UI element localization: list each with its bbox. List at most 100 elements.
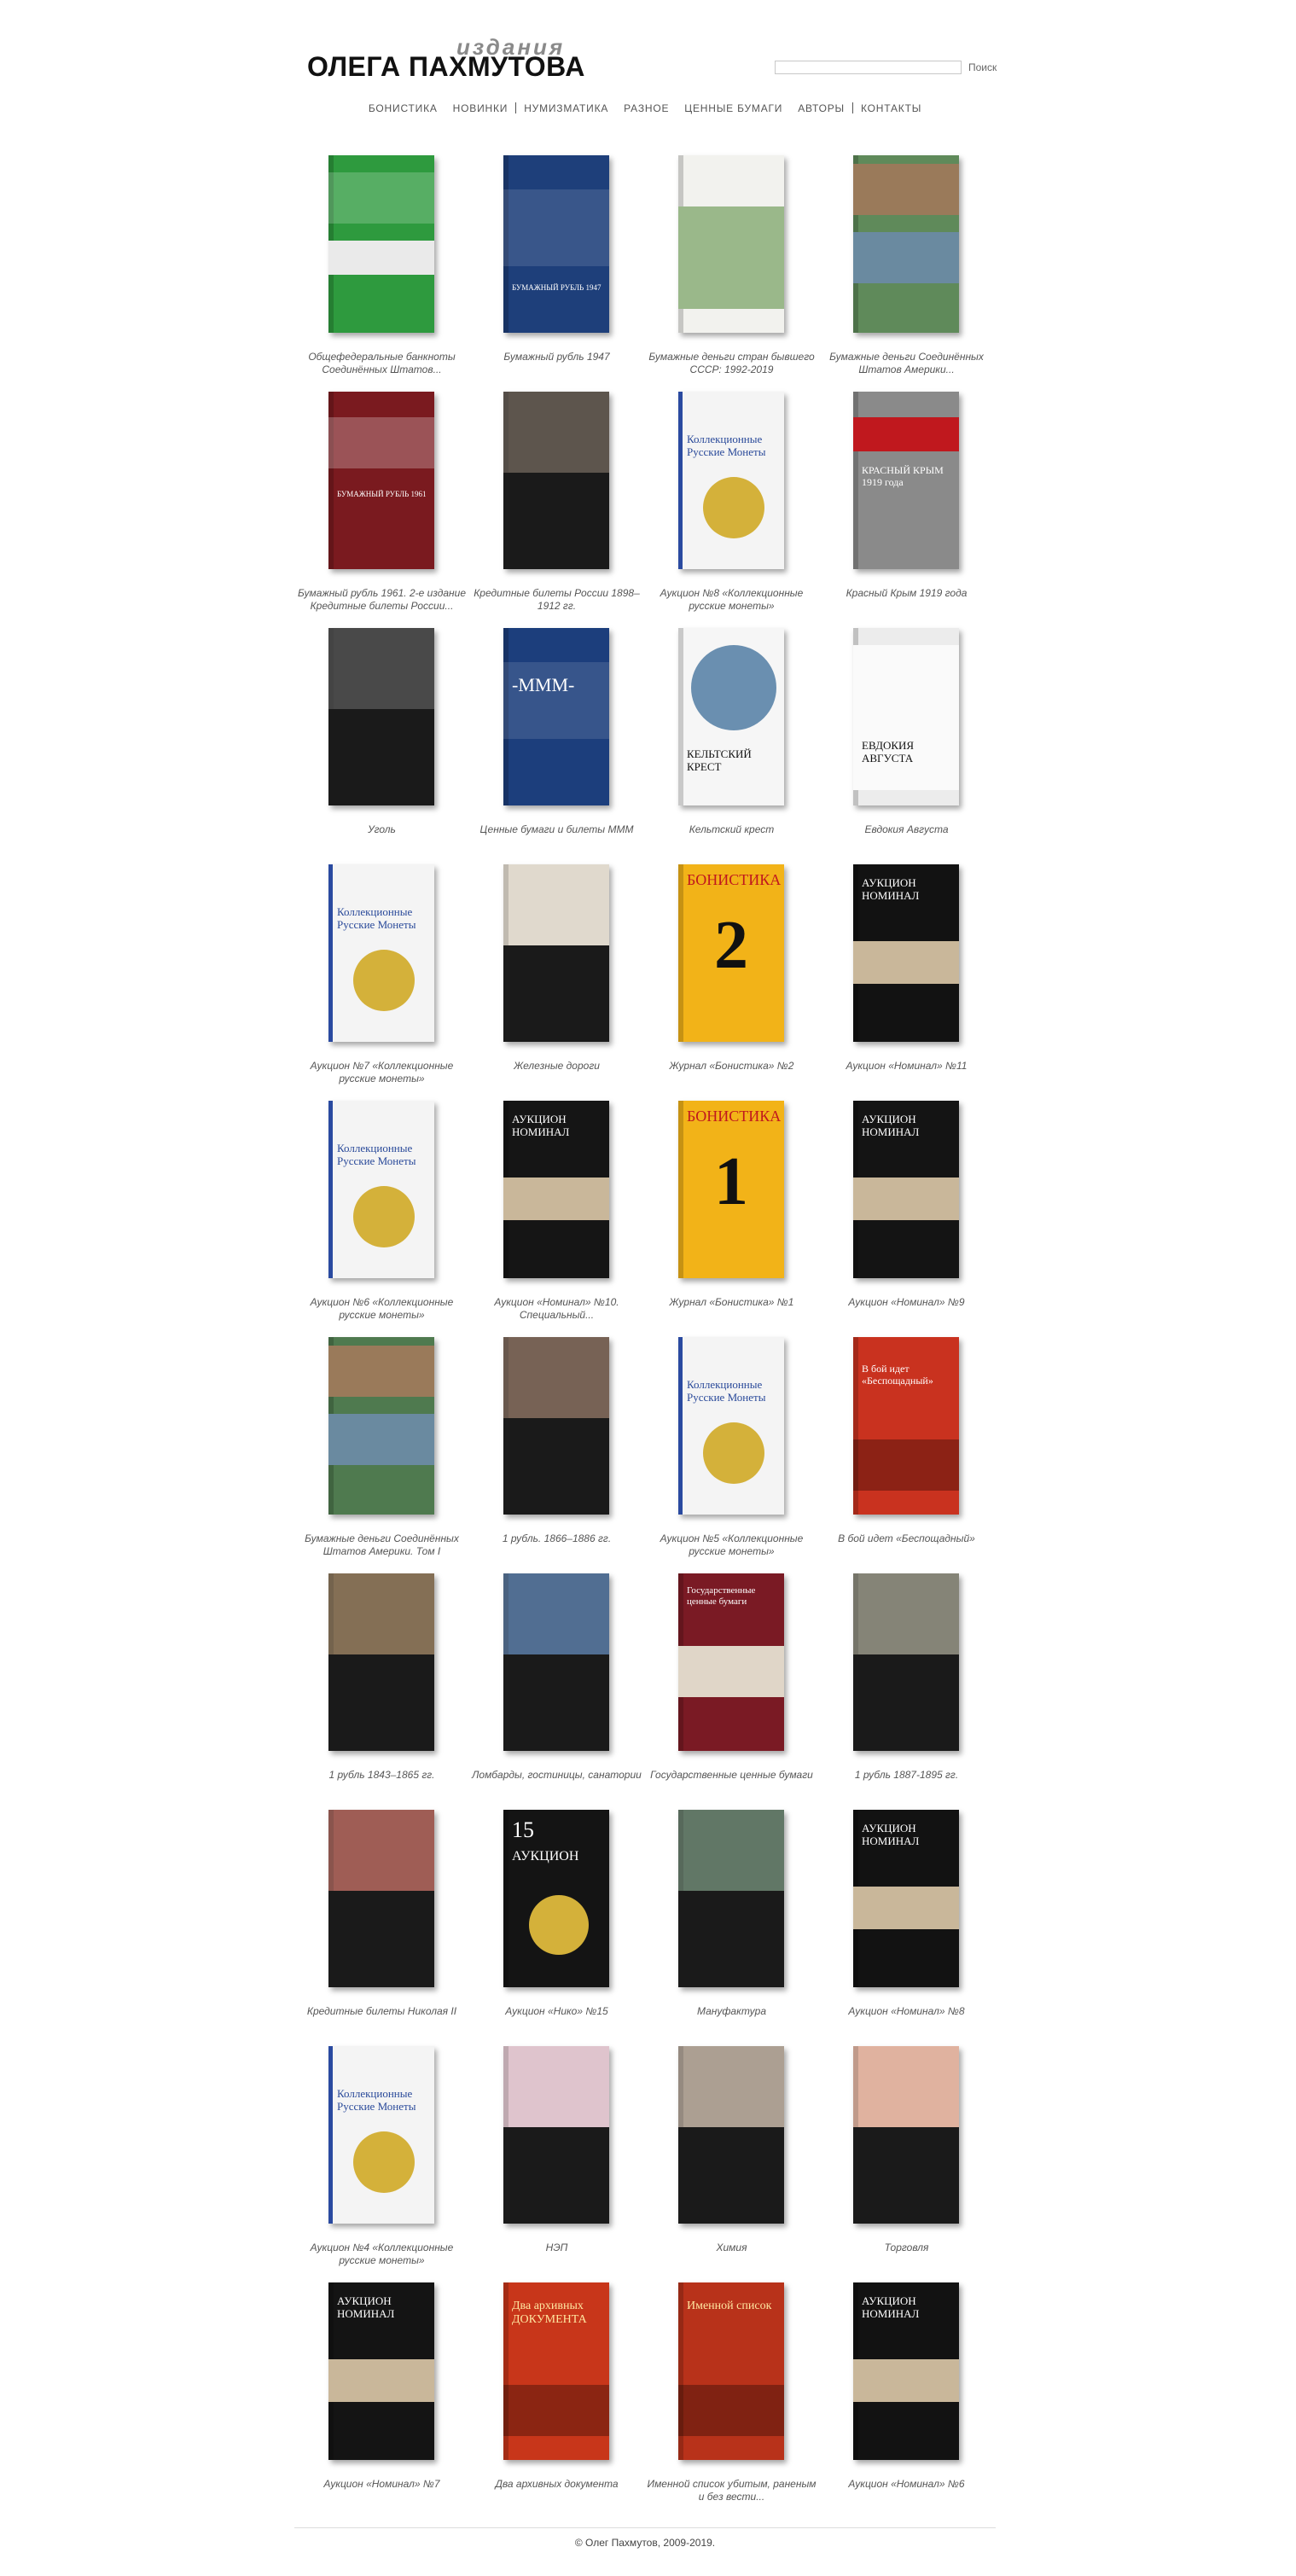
book-cover-image[interactable]: Два архивных ДОКУМЕНТА — [503, 2282, 609, 2460]
book-title-link[interactable]: НЭП — [469, 2242, 644, 2254]
book-title-link[interactable]: Аукцион «Номинал» №9 — [819, 1296, 994, 1309]
book-item[interactable]: БУМАЖНЫЙ РУБЛЬ 1947 Бумажный рубль 1947 — [469, 154, 644, 384]
book-title-link[interactable]: Аукцион «Номинал» №8 — [819, 2005, 994, 2018]
book-cover-image[interactable]: В бой идет «Беспощадный» — [853, 1337, 959, 1515]
book-item[interactable]: КРАСНЫЙ КРЫМ 1919 года Красный Крым 1919 … — [819, 390, 994, 620]
book-cover-image[interactable]: Именной список — [678, 2282, 784, 2460]
book-title-link[interactable]: Ломбарды, гостиницы, санатории — [469, 1769, 644, 1782]
book-title-link[interactable]: Уголь — [294, 823, 469, 836]
book-cover-image[interactable] — [853, 2046, 959, 2224]
book-title-link[interactable]: Аукцион «Номинал» №10. Специальный... — [469, 1296, 644, 1322]
book-cover-image[interactable]: БОНИСТИКА 1 — [678, 1101, 784, 1278]
book-item[interactable]: КЕЛЬТСКИЙ КРЕСТ Кельтский крест — [644, 626, 819, 857]
book-title-link[interactable]: Общефедеральные банкноты Соединённых Шта… — [294, 351, 469, 376]
book-title-link[interactable]: Аукцион «Нико» №15 — [469, 2005, 644, 2018]
book-cover-image[interactable] — [503, 1573, 609, 1751]
book-title-link[interactable]: Государственные ценные бумаги — [644, 1769, 819, 1782]
book-cover-image[interactable]: -МММ- — [503, 628, 609, 805]
book-title-link[interactable]: Мануфактура — [644, 2005, 819, 2018]
book-cover-image[interactable] — [503, 1337, 609, 1515]
book-title-link[interactable]: 1 рубль 1887-1895 гг. — [819, 1769, 994, 1782]
book-item[interactable]: Общефедеральные банкноты Соединённых Шта… — [294, 154, 469, 384]
book-title-link[interactable]: Два архивных документа — [469, 2478, 644, 2491]
book-item[interactable]: В бой идет «Беспощадный» В бой идет «Бесп… — [819, 1335, 994, 1566]
book-cover-image[interactable]: АУКЦИОН НОМИНАЛ — [853, 2282, 959, 2460]
book-item[interactable]: ЕВДОКИЯ АВГУСТА Евдокия Августа — [819, 626, 994, 857]
book-cover-image[interactable] — [328, 1810, 434, 1987]
book-title-link[interactable]: Аукцион №7 «Коллекционные русские монеты… — [294, 1060, 469, 1085]
book-item[interactable]: Коллекционные Русские Монеты Аукцион №5 «… — [644, 1335, 819, 1566]
book-item[interactable]: БОНИСТИКА 2 Журнал «Бонистика» №2 — [644, 863, 819, 1093]
book-cover-image[interactable] — [328, 1573, 434, 1751]
nav-item-3[interactable]: РАЗНОЕ — [624, 102, 669, 114]
book-cover-image[interactable]: АУКЦИОН НОМИНАЛ — [853, 1810, 959, 1987]
book-cover-image[interactable]: Коллекционные Русские Монеты — [678, 1337, 784, 1515]
logo-title[interactable]: ОЛЕГА ПАХМУТОВА — [307, 51, 585, 83]
book-item[interactable]: Государственные ценные бумаги Государстве… — [644, 1572, 819, 1802]
book-item[interactable]: Уголь — [294, 626, 469, 857]
book-cover-image[interactable]: Коллекционные Русские Монеты — [678, 392, 784, 569]
book-title-link[interactable]: 1 рубль 1843–1865 гг. — [294, 1769, 469, 1782]
book-title-link[interactable]: Бумажный рубль 1947 — [469, 351, 644, 363]
book-cover-image[interactable]: Коллекционные Русские Монеты — [328, 864, 434, 1042]
nav-item-6[interactable]: КОНТАКТЫ — [861, 102, 921, 114]
book-item[interactable]: -МММ- Ценные бумаги и билеты МММ — [469, 626, 644, 857]
book-item[interactable]: Коллекционные Русские Монеты Аукцион №8 «… — [644, 390, 819, 620]
book-item[interactable]: БОНИСТИКА 1 Журнал «Бонистика» №1 — [644, 1099, 819, 1329]
book-item[interactable]: Коллекционные Русские Монеты Аукцион №7 «… — [294, 863, 469, 1093]
book-item[interactable]: Ломбарды, гостиницы, санатории — [469, 1572, 644, 1802]
book-cover-image[interactable]: ЕВДОКИЯ АВГУСТА — [853, 628, 959, 805]
nav-item-5[interactable]: АВТОРЫ — [798, 102, 845, 114]
book-item[interactable]: БУМАЖНЫЙ РУБЛЬ 1961 Бумажный рубль 1961. … — [294, 390, 469, 620]
book-item[interactable]: Бумажные деньги Соединённых Штатов Амери… — [819, 154, 994, 384]
book-cover-image[interactable]: Государственные ценные бумаги — [678, 1573, 784, 1751]
book-item[interactable]: Кредитные билеты Николая II — [294, 1808, 469, 2038]
book-title-link[interactable]: Аукцион №4 «Коллекционные русские монеты… — [294, 2242, 469, 2267]
book-cover-image[interactable]: АУКЦИОН НОМИНАЛ — [503, 1101, 609, 1278]
book-item[interactable]: Химия — [644, 2044, 819, 2275]
book-item[interactable]: Железные дороги — [469, 863, 644, 1093]
book-title-link[interactable]: Красный Крым 1919 года — [819, 587, 994, 600]
search-button[interactable]: Поиск — [968, 61, 997, 73]
book-cover-image[interactable] — [853, 1573, 959, 1751]
book-cover-image[interactable] — [678, 1810, 784, 1987]
book-item[interactable]: АУКЦИОН НОМИНАЛ Аукцион «Номинал» №6 — [819, 2281, 994, 2511]
book-title-link[interactable]: Торговля — [819, 2242, 994, 2254]
book-cover-image[interactable] — [853, 155, 959, 333]
book-cover-image[interactable]: АУКЦИОН НОМИНАЛ — [328, 2282, 434, 2460]
book-title-link[interactable]: Бумажные деньги Соединённых Штатов Амери… — [294, 1532, 469, 1558]
book-cover-image[interactable]: Коллекционные Русские Монеты — [328, 2046, 434, 2224]
book-title-link[interactable]: Бумажный рубль 1961. 2-е издание Кредитн… — [294, 587, 469, 613]
nav-item-4[interactable]: ЦЕННЫЕ БУМАГИ — [684, 102, 782, 114]
book-title-link[interactable]: 1 рубль. 1866–1886 гг. — [469, 1532, 644, 1545]
book-item[interactable]: Коллекционные Русские Монеты Аукцион №6 «… — [294, 1099, 469, 1329]
book-item[interactable]: АУКЦИОН НОМИНАЛ Аукцион «Номинал» №8 — [819, 1808, 994, 2038]
nav-item-0[interactable]: БОНИСТИКА — [369, 102, 438, 114]
book-item[interactable]: 1 рубль 1843–1865 гг. — [294, 1572, 469, 1802]
book-title-link[interactable]: Химия — [644, 2242, 819, 2254]
book-item[interactable]: 1 рубль 1887-1895 гг. — [819, 1572, 994, 1802]
book-cover-image[interactable] — [328, 155, 434, 333]
book-item[interactable]: 1 рубль. 1866–1886 гг. — [469, 1335, 644, 1566]
book-title-link[interactable]: Евдокия Августа — [819, 823, 994, 836]
book-cover-image[interactable] — [503, 864, 609, 1042]
book-item[interactable]: Именной список Именной список убитым, ран… — [644, 2281, 819, 2511]
book-cover-image[interactable]: БУМАЖНЫЙ РУБЛЬ 1947 — [503, 155, 609, 333]
book-item[interactable]: НЭП — [469, 2044, 644, 2275]
book-title-link[interactable]: Бумажные деньги Соединённых Штатов Амери… — [819, 351, 994, 376]
book-title-link[interactable]: Аукцион «Номинал» №11 — [819, 1060, 994, 1073]
search-input[interactable] — [775, 61, 962, 74]
book-cover-image[interactable]: АУКЦИОН НОМИНАЛ — [853, 864, 959, 1042]
book-title-link[interactable]: Бумажные деньги стран бывшего СССР: 1992… — [644, 351, 819, 376]
book-cover-image[interactable]: Коллекционные Русские Монеты — [328, 1101, 434, 1278]
book-item[interactable]: 15 АУКЦИОН Аукцион «Нико» №15 — [469, 1808, 644, 2038]
book-title-link[interactable]: Кредитные билеты России 1898–1912 гг. — [469, 587, 644, 613]
book-item[interactable]: Два архивных ДОКУМЕНТА Два архивных докум… — [469, 2281, 644, 2511]
nav-item-1[interactable]: НОВИНКИ — [453, 102, 509, 114]
book-title-link[interactable]: Именной список убитым, раненым и без вес… — [644, 2478, 819, 2503]
book-item[interactable]: АУКЦИОН НОМИНАЛ Аукцион «Номинал» №9 — [819, 1099, 994, 1329]
book-cover-image[interactable] — [328, 1337, 434, 1515]
book-title-link[interactable]: Аукцион №8 «Коллекционные русские монеты… — [644, 587, 819, 613]
book-cover-image[interactable] — [678, 155, 784, 333]
book-item[interactable]: Бумажные деньги Соединённых Штатов Амери… — [294, 1335, 469, 1566]
